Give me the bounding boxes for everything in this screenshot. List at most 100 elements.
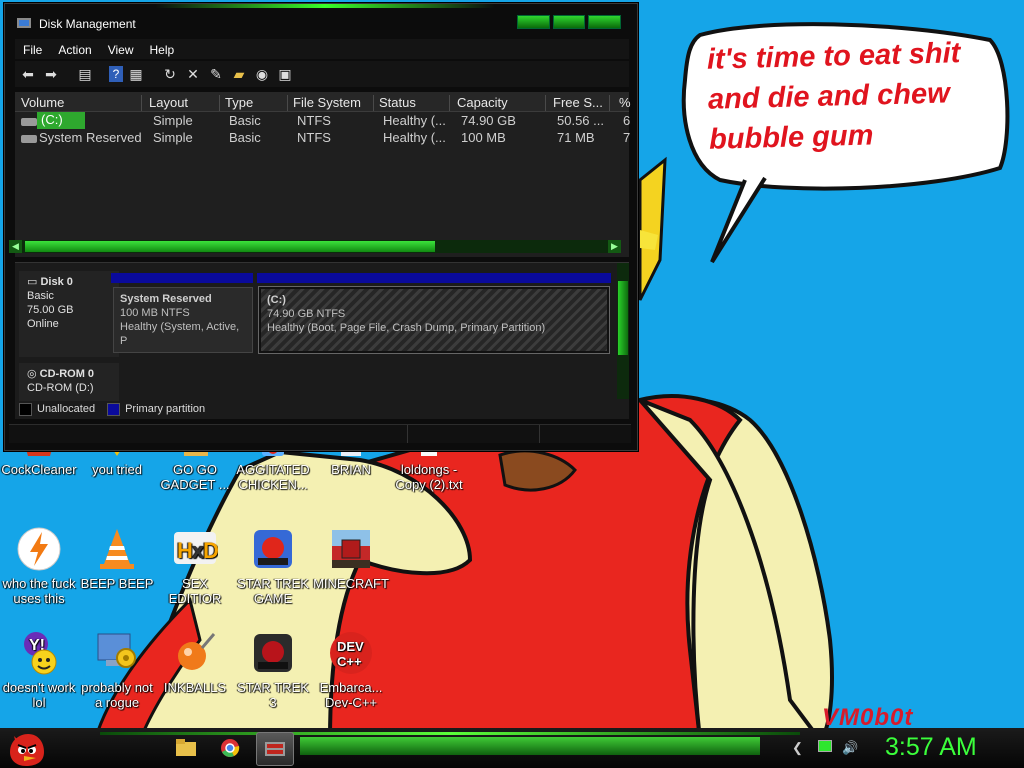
battery-icon[interactable] — [818, 740, 832, 755]
rescan-icon[interactable]: ◉ — [252, 64, 272, 84]
c-partition-bar — [257, 273, 611, 283]
volume-free-space: 50.56 ... — [557, 113, 604, 128]
svg-text:H: H — [177, 538, 193, 563]
volume-file-system: NTFS — [297, 130, 331, 145]
desktop-icon-loldongs[interactable]: loldongs - Copy (2).txt — [390, 442, 468, 492]
vertical-scrollbar[interactable] — [617, 263, 629, 399]
disk-list-icon[interactable]: ▣ — [275, 64, 295, 84]
scrollbar-thumb[interactable] — [25, 241, 435, 252]
desktop-icon-yahoo[interactable]: Y! doesn't work lol — [0, 630, 78, 710]
column-status[interactable]: Status — [379, 95, 450, 111]
show-hidden-icon[interactable]: ❮ — [792, 740, 803, 756]
desktop-icon-aggitated-chicken[interactable]: AGGITATED CHICKEN... — [234, 442, 312, 492]
desktop-icon-inkballs[interactable]: INKBALLS — [156, 630, 234, 695]
help-icon[interactable]: ? — [109, 66, 123, 82]
delete-icon[interactable]: ✕ — [183, 64, 203, 84]
disk-name: Disk 0 — [40, 276, 73, 288]
taskbar-clock[interactable]: 3:57 AM — [885, 733, 977, 762]
desktop-icon-minecraft[interactable]: MINECRAFT — [312, 526, 390, 591]
desktop-icon-label: Embarca... Dev-C++ — [319, 680, 383, 710]
volume-list[interactable]: Volume Layout Type File System Status Ca… — [15, 92, 631, 257]
legend-unallocated: Unallocated — [37, 403, 96, 415]
desktop-icon-label: you tried — [92, 462, 142, 477]
desktop-icon-label: GO GO GADGET ... — [160, 462, 230, 492]
vlc-cone-icon — [100, 529, 134, 569]
disk-management-icon[interactable] — [256, 732, 294, 766]
column-type[interactable]: Type — [225, 95, 288, 111]
volume-status: Healthy (... — [383, 113, 446, 128]
desktop-icon-dev-cpp[interactable]: DEV C++ Embarca... Dev-C++ — [312, 630, 390, 710]
forward-icon[interactable]: ➡ — [41, 64, 61, 84]
maximize-button[interactable] — [552, 15, 586, 29]
system-gear-icon — [97, 633, 136, 668]
speech-line-1: it's time to eat shit — [706, 37, 961, 76]
star-wars-game-icon — [254, 530, 292, 568]
disk-0-label[interactable]: ▭ Disk 0 Basic 75.00 GB Online — [19, 271, 119, 357]
back-icon[interactable]: ⬅ — [18, 64, 38, 84]
table-row[interactable]: System Reserved Simple Basic NTFS Health… — [15, 129, 630, 146]
close-button[interactable] — [588, 15, 622, 29]
minimize-button[interactable] — [517, 15, 550, 29]
column-volume[interactable]: Volume — [21, 95, 142, 111]
column-percent-free[interactable]: % — [619, 95, 631, 111]
menu-file[interactable]: File — [15, 39, 50, 59]
console-tree-icon[interactable]: ▤ — [75, 64, 95, 84]
desktop-icon-star-trek-game[interactable]: STAR TREK GAME — [234, 526, 312, 606]
desktop-icon-hxd[interactable]: HxD SEX EDITIOR — [156, 526, 234, 606]
desktop-icon-you-tried[interactable]: you tried — [78, 442, 156, 477]
table-row[interactable]: (C:) Simple Basic NTFS Healthy (... 74.9… — [15, 112, 630, 129]
chrome-icon[interactable] — [212, 732, 248, 764]
cdrom-name: CD-ROM 0 — [39, 368, 95, 380]
scroll-left-icon[interactable]: ◀ — [9, 240, 22, 253]
volume-name: System Reserved — [39, 130, 142, 145]
disk-graphical-view[interactable]: ▭ Disk 0 Basic 75.00 GB Online System Re… — [15, 262, 629, 419]
menu-help[interactable]: Help — [142, 39, 183, 59]
menu-action[interactable]: Action — [50, 39, 99, 59]
open-folder-icon[interactable]: ▰ — [229, 64, 249, 84]
svg-text:DEV: DEV — [337, 639, 364, 654]
column-layout[interactable]: Layout — [149, 95, 220, 111]
desktop-icon-label: MINECRAFT — [313, 576, 389, 591]
drive-icon — [21, 135, 37, 143]
volume-icon[interactable]: 🔊 — [842, 740, 858, 756]
column-capacity[interactable]: Capacity — [457, 95, 546, 111]
scrollbar-thumb[interactable] — [618, 281, 628, 355]
desktop-icon-vlc[interactable]: BEEP BEEP — [78, 526, 156, 591]
desktop-icon-ccleaner[interactable]: CockCleaner — [0, 442, 78, 477]
desktop-icon-label: STAR TREK 3 — [237, 680, 309, 710]
column-file-system[interactable]: File System — [293, 95, 374, 111]
partition-system-reserved[interactable]: System Reserved 100 MB NTFS Healthy (Sys… — [113, 287, 253, 353]
desktop-icon-label: AGGITATED CHICKEN... — [236, 462, 310, 492]
refresh-icon[interactable]: ↻ — [160, 64, 180, 84]
scroll-right-icon[interactable]: ▶ — [608, 240, 621, 253]
primary-swatch — [107, 402, 121, 416]
status-bar — [9, 424, 631, 443]
partition-legend: Unallocated Primary partition — [19, 401, 205, 417]
volume-status: Healthy (... — [383, 130, 446, 145]
disk-management-window[interactable]: Disk Management File Action View Help ⬅ … — [4, 3, 638, 451]
cdrom-0-label[interactable]: ◎ CD-ROM 0 CD-ROM (D:) — [19, 363, 119, 401]
angry-birds-start-icon[interactable] — [6, 730, 46, 768]
disk-type: Basic — [27, 290, 54, 302]
speech-line-3: bubble gum — [708, 119, 874, 156]
horizontal-scrollbar[interactable]: ◀ ▶ — [9, 240, 621, 253]
menu-bar: File Action View Help — [15, 39, 629, 59]
partition-name: (C:) — [267, 294, 286, 306]
properties-icon[interactable]: ▦ — [126, 64, 146, 84]
partition-c[interactable]: (C:) 74.90 GB NTFS Healthy (Boot, Page F… — [258, 286, 610, 354]
explorer-icon[interactable] — [168, 732, 204, 764]
volume-capacity: 74.90 GB — [461, 113, 516, 128]
status-divider — [407, 425, 408, 443]
column-free-space[interactable]: Free S... — [553, 95, 610, 111]
partition-size: 74.90 GB NTFS — [267, 308, 346, 320]
desktop-icon-star-trek-3[interactable]: STAR TREK 3 — [234, 630, 312, 710]
menu-view[interactable]: View — [100, 39, 142, 59]
disk-management-icon — [17, 18, 31, 28]
desktop-icon-probably-not-a-rogue[interactable]: probably not a rogue — [78, 630, 156, 710]
partition-size: 100 MB NTFS — [120, 307, 190, 319]
status-divider — [539, 425, 540, 443]
desktop-icon-go-go-gadget[interactable]: GO GO GADGET ... — [156, 442, 234, 492]
desktop-icon-brian[interactable]: BRIAN — [312, 442, 390, 477]
settings-icon[interactable]: ✎ — [206, 64, 226, 84]
desktop-icon-winamp[interactable]: who the fuck uses this — [0, 526, 78, 606]
